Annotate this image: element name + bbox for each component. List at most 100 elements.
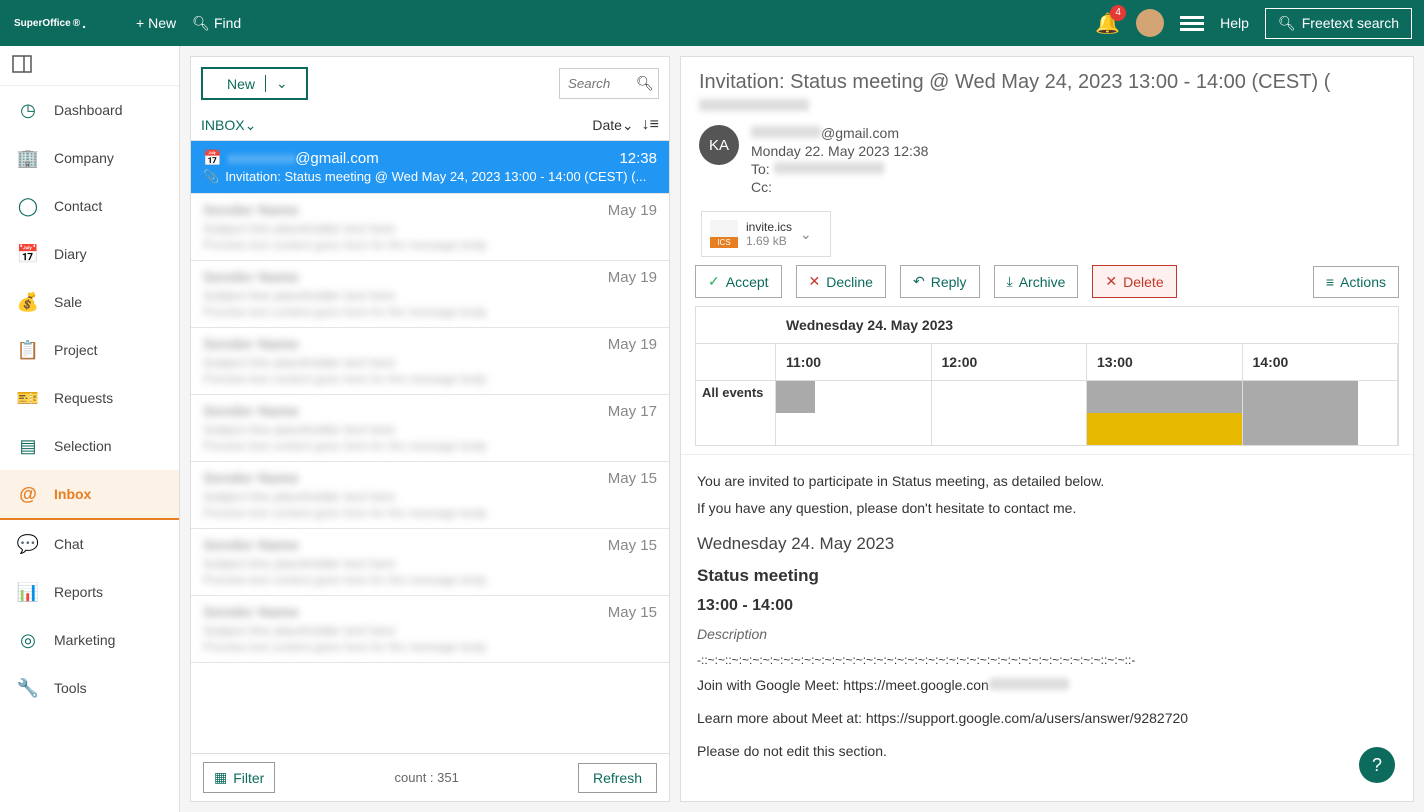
menu-icon[interactable]: [1180, 11, 1204, 35]
sidebar-item-selection[interactable]: ▤Selection: [0, 422, 179, 470]
new-button[interactable]: +New: [136, 15, 176, 31]
sidebar-item-project[interactable]: 📋Project: [0, 326, 179, 374]
sidebar-label: Company: [54, 150, 114, 166]
item-sender: Sender Name: [203, 470, 299, 487]
ics-icon: ICS: [710, 220, 738, 248]
check-icon: ✓: [708, 273, 720, 290]
inbox-item[interactable]: Sender NameMay 19Subject line placeholde…: [191, 194, 669, 261]
inbox-item[interactable]: Sender NameMay 15Subject line placeholde…: [191, 596, 669, 663]
reply-icon: ↶: [913, 273, 925, 290]
sidebar-item-reports[interactable]: 📊Reports: [0, 568, 179, 616]
count-text: count : 351: [395, 770, 459, 785]
reply-button[interactable]: ↶Reply: [900, 265, 980, 298]
content-area: New⌄ 🔍︎ INBOX⌄ Date⌄ ↓≡ 📅xxxxxxxxx@gmail…: [180, 46, 1424, 812]
inbox-item[interactable]: Sender NameMay 19Subject line placeholde…: [191, 328, 669, 395]
sidebar-label: Chat: [54, 536, 84, 552]
sidebar-item-contact[interactable]: ◯Contact: [0, 182, 179, 230]
inbox-new-button[interactable]: New⌄: [201, 67, 308, 100]
accept-button[interactable]: ✓Accept: [695, 265, 782, 298]
item-subject: Subject line placeholder text here: [203, 422, 657, 437]
tools-icon: 🔧: [16, 676, 40, 700]
item-preview: Preview text content goes here for the m…: [203, 305, 657, 319]
archive-button[interactable]: ⤓Archive: [994, 265, 1079, 298]
contact-icon: ◯: [16, 194, 40, 218]
sidebar-label: Diary: [54, 246, 87, 262]
sidebar-item-company[interactable]: 🏢Company: [0, 134, 179, 182]
filter-label: Filter: [233, 770, 264, 786]
inbox-item[interactable]: Sender Name May 17 Subject line placeholde…: [191, 395, 669, 462]
search-input[interactable]: 🔍︎: [559, 68, 659, 99]
inbox-item[interactable]: 📅xxxxxxxxx@gmail.com12:38📎Invitation: St…: [191, 141, 669, 194]
inbox-icon: @: [16, 482, 40, 506]
sidebar-item-dashboard[interactable]: ◷Dashboard: [0, 86, 179, 134]
item-date: May 17: [608, 403, 657, 420]
sidebar-item-requests[interactable]: 🎫Requests: [0, 374, 179, 422]
search-icon: 🔍︎: [1278, 15, 1296, 32]
refresh-button[interactable]: Refresh: [578, 763, 657, 793]
message-body: You are invited to participate in Status…: [681, 454, 1413, 801]
topbar-actions: +New 🔍︎Find: [136, 15, 241, 32]
sort-order-icon[interactable]: ↓≡: [642, 116, 659, 134]
sidebar-item-diary[interactable]: 📅Diary: [0, 230, 179, 278]
hour-11: 11:00: [776, 344, 932, 380]
folder-selector[interactable]: INBOX⌄: [201, 117, 256, 134]
inbox-item[interactable]: Sender NameMay 19Subject line placeholde…: [191, 261, 669, 328]
help-link[interactable]: Help: [1220, 15, 1249, 31]
sidebar-item-marketing[interactable]: ◎Marketing: [0, 616, 179, 664]
item-sender: Sender Name: [203, 537, 299, 554]
item-preview: Preview text content goes here for the m…: [203, 372, 657, 386]
sidebar-item-chat[interactable]: 💬Chat: [0, 520, 179, 568]
calendar-date: Wednesday 24. May 2023: [696, 307, 1398, 344]
filter-button[interactable]: ▦ Filter: [203, 762, 275, 793]
freetext-search[interactable]: 🔍︎ Freetext search: [1265, 8, 1412, 39]
logo: SuperOffice®.: [12, 15, 86, 31]
find-button[interactable]: 🔍︎Find: [192, 15, 241, 32]
item-sender: Sender Name: [203, 269, 299, 286]
actions-button[interactable]: ≡Actions: [1313, 266, 1399, 298]
body-time: 13:00 - 14:00: [697, 594, 1397, 618]
hour-14: 14:00: [1243, 344, 1399, 380]
archive-label: Archive: [1019, 274, 1066, 290]
item-sender: Sender Name: [203, 403, 299, 420]
item-preview: Preview text content goes here for the m…: [203, 238, 657, 252]
topbar-right: 🔔 4 Help 🔍︎ Freetext search: [1095, 8, 1412, 39]
sidebar: ◷Dashboard🏢Company◯Contact📅Diary💰Sale📋Pr…: [0, 46, 180, 812]
delete-button[interactable]: ✕Delete: [1092, 265, 1176, 298]
sidebar-label: Marketing: [54, 632, 115, 648]
avatar[interactable]: [1136, 9, 1164, 37]
sender-email: @gmail.com: [751, 125, 928, 141]
notification-badge: 4: [1110, 5, 1126, 21]
item-date: May 15: [608, 537, 657, 554]
to-line: To:: [751, 161, 928, 177]
help-bubble[interactable]: ?: [1359, 747, 1395, 783]
item-sender: Sender Name: [203, 202, 299, 219]
sidebar-item-tools[interactable]: 🔧Tools: [0, 664, 179, 712]
inbox-item[interactable]: Sender NameMay 15Subject line placeholde…: [191, 462, 669, 529]
sidebar-item-sale[interactable]: 💰Sale: [0, 278, 179, 326]
decline-button[interactable]: ✕Decline: [796, 265, 886, 298]
search-text[interactable]: [568, 76, 628, 91]
body-intro1: You are invited to participate in Status…: [697, 471, 1397, 492]
body-learn: Learn more about Meet at: https://suppor…: [697, 708, 1397, 729]
sidebar-item-inbox[interactable]: @Inbox: [0, 470, 179, 520]
hour-13: 13:00: [1087, 344, 1243, 380]
sort-selector[interactable]: Date⌄: [592, 117, 633, 134]
attachment[interactable]: ICS invite.ics1.69 kB ⌄: [701, 211, 831, 257]
chevron-down-icon: ⌄: [622, 117, 634, 133]
calendar-icon: 📅: [203, 150, 222, 167]
hour-12: 12:00: [932, 344, 1088, 380]
attachment-size: 1.69 kB: [746, 234, 792, 248]
decline-label: Decline: [826, 274, 873, 290]
logo-reg: ®: [73, 18, 80, 29]
freetext-label: Freetext search: [1302, 15, 1399, 31]
inbox-item[interactable]: Sender NameMay 15Subject line placeholde…: [191, 529, 669, 596]
actions-label: Actions: [1340, 274, 1386, 290]
reports-icon: 📊: [16, 580, 40, 604]
sidebar-label: Sale: [54, 294, 82, 310]
item-date: 12:38: [619, 150, 657, 167]
new-label: New: [148, 15, 176, 31]
sidebar-top-icon[interactable]: [0, 46, 179, 86]
notification-button[interactable]: 🔔 4: [1095, 11, 1120, 36]
grid-icon: ▦: [214, 769, 227, 786]
message-date: Monday 22. May 2023 12:38: [751, 143, 928, 159]
